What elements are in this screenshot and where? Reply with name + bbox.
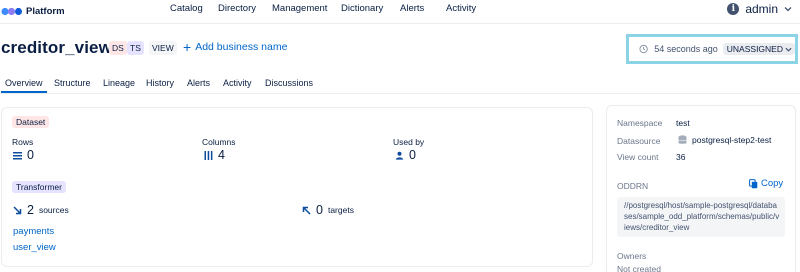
namespace-label: Namespace xyxy=(617,118,663,128)
sources-count: 2 xyxy=(27,203,34,217)
owners-label: Owners xyxy=(617,251,647,261)
tab-lineage[interactable]: Lineage xyxy=(103,78,135,88)
dataset-tag: Dataset xyxy=(12,116,50,128)
arrow-up-left-icon xyxy=(302,206,311,215)
owner-status-dropdown[interactable]: UNASSIGNED xyxy=(722,43,795,55)
datasource-name: postgresql-step2-test xyxy=(692,135,772,145)
rows-stat: 0 xyxy=(13,148,34,162)
user-icon xyxy=(395,151,404,160)
ts-badge: TS xyxy=(127,41,144,55)
oddrn-value: //postgresql/host/sample-postgresql/data… xyxy=(617,197,785,237)
chevron-down-icon[interactable] xyxy=(784,5,792,13)
nav-item-catalog[interactable]: Catalog xyxy=(170,3,203,14)
columns-stat: 4 xyxy=(204,148,225,162)
rows-value: 0 xyxy=(27,148,34,162)
copy-oddrn-button[interactable]: Copy xyxy=(749,178,783,189)
targets-label: targets xyxy=(327,205,354,215)
view-count-label: View count xyxy=(617,152,659,162)
used-by-value: 0 xyxy=(409,148,416,162)
source-link-user-view[interactable]: user_view xyxy=(13,242,56,253)
clock-icon xyxy=(639,44,648,54)
user-name[interactable]: admin xyxy=(745,2,778,16)
main-nav: Catalog Directory Management Dictionary … xyxy=(0,3,800,17)
tab-discussions[interactable]: Discussions xyxy=(265,78,313,88)
nav-item-directory[interactable]: Directory xyxy=(218,3,256,14)
nav-item-management[interactable]: Management xyxy=(272,3,327,14)
nav-item-activity[interactable]: Activity xyxy=(446,3,476,14)
owners-value: Not created xyxy=(617,264,661,272)
tab-alerts[interactable]: Alerts xyxy=(187,78,210,88)
namespace-value: test xyxy=(676,118,690,128)
tab-activity[interactable]: Activity xyxy=(223,78,252,88)
tab-history[interactable]: History xyxy=(146,78,174,88)
nav-item-dictionary[interactable]: Dictionary xyxy=(341,3,383,14)
sources-stat: 2 sources xyxy=(13,203,69,217)
arrow-down-right-icon xyxy=(13,205,22,214)
page-title: creditor_view xyxy=(1,38,112,57)
nav-item-alerts[interactable]: Alerts xyxy=(400,3,424,14)
copy-label: Copy xyxy=(761,178,784,189)
datasource-value[interactable]: postgresql-step2-test xyxy=(678,135,771,145)
status-box: 54 seconds ago UNASSIGNED xyxy=(626,34,798,64)
oddrn-label: ODDRN xyxy=(617,181,649,191)
copy-icon xyxy=(749,178,758,188)
columns-label: Columns xyxy=(202,137,236,147)
tab-structure[interactable]: Structure xyxy=(54,78,91,88)
columns-value: 4 xyxy=(218,148,225,162)
columns-icon xyxy=(204,150,213,160)
source-link-payments[interactable]: payments xyxy=(13,226,54,237)
updated-time: 54 seconds ago xyxy=(654,44,718,54)
ds-badge: DS xyxy=(109,41,127,55)
used-by-stat: 0 xyxy=(395,148,416,162)
targets-count: 0 xyxy=(316,203,323,217)
tab-overview[interactable]: Overview xyxy=(1,78,46,93)
rows-icon xyxy=(13,151,22,159)
entity-type-badge: VIEW xyxy=(149,41,177,55)
owner-status-label: UNASSIGNED xyxy=(726,44,783,54)
datasource-label: Datasource xyxy=(617,136,661,146)
add-business-name-button[interactable]: + Add business name xyxy=(183,39,288,55)
sources-label: sources xyxy=(38,205,69,215)
user-menu[interactable]: i admin xyxy=(727,1,792,17)
used-by-label: Used by xyxy=(393,137,425,147)
database-icon xyxy=(678,135,687,144)
chevron-down-icon xyxy=(785,47,792,52)
targets-stat: 0 targets xyxy=(302,203,354,217)
transformer-tag: Transformer xyxy=(12,181,66,193)
metadata-side-panel: Namespace test Datasource postgresql-ste… xyxy=(606,105,796,272)
rows-label: Rows xyxy=(12,137,34,147)
info-icon[interactable]: i xyxy=(727,3,740,15)
view-count-value: 36 xyxy=(676,152,686,162)
overview-stats-card: Dataset Rows 0 Columns 4 Used by 0 Trans… xyxy=(1,107,593,267)
top-navigation-bar: Platform Catalog Directory Management Di… xyxy=(0,0,800,24)
tab-bar: Overview Structure Lineage History Alert… xyxy=(0,74,800,94)
add-business-name-label: Add business name xyxy=(195,41,288,53)
plus-icon: + xyxy=(183,39,192,55)
